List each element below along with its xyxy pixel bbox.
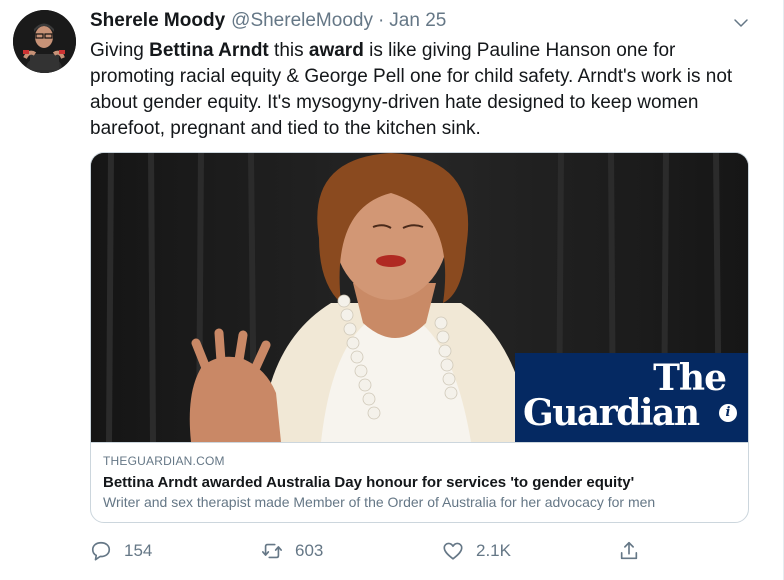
tweet[interactable]: Sherele Moody @ShereleMoody · Jan 25 Giv… <box>0 0 784 580</box>
card-domain: THEGUARDIAN.COM <box>103 454 225 468</box>
tweet-header: Sherele Moody @ShereleMoody · Jan 25 <box>90 10 446 36</box>
card-description: Writer and sex therapist made Member of … <box>103 494 656 510</box>
separator-dot: · <box>377 10 385 31</box>
logo-line2: Guardian <box>523 392 700 434</box>
tweet-text-bold: Bettina Arndt <box>149 40 269 61</box>
heart-icon <box>443 542 463 560</box>
card-image: The Guardian i <box>91 153 748 442</box>
info-icon: i <box>719 404 737 422</box>
tweet-menu-button[interactable] <box>728 10 754 36</box>
chevron-down-icon <box>734 19 748 27</box>
share-icon <box>620 541 638 560</box>
user-handle[interactable]: @ShereleMoody <box>231 10 373 32</box>
link-card[interactable]: The Guardian i THEGUARDIAN.COM Bettina A… <box>90 152 749 523</box>
reply-count: 154 <box>124 541 153 560</box>
card-title: Bettina Arndt awarded Australia Day hono… <box>103 474 635 491</box>
tweet-date[interactable]: Jan 25 <box>389 10 446 32</box>
retweet-button[interactable]: 603 <box>261 536 323 566</box>
card-meta: THEGUARDIAN.COM Bettina Arndt awarded Au… <box>91 442 748 522</box>
like-count: 2.1K <box>476 541 511 560</box>
display-name[interactable]: Sherele Moody <box>90 10 225 32</box>
like-button[interactable]: 2.1K <box>442 536 511 566</box>
tweet-text-part: Giving <box>90 40 150 61</box>
retweet-icon <box>262 543 282 559</box>
tweet-text: Giving Bettina Arndt this award is like … <box>90 38 745 142</box>
retweet-count: 603 <box>295 541 324 560</box>
avatar-image <box>13 10 76 73</box>
tweet-actions: 154 603 2.1K <box>90 536 750 566</box>
reply-button[interactable]: 154 <box>90 536 152 566</box>
guardian-logo: The Guardian i <box>515 353 748 442</box>
reply-icon <box>91 541 111 561</box>
tweet-text-bold: award <box>308 40 364 61</box>
share-button[interactable] <box>618 536 640 566</box>
avatar[interactable] <box>13 10 76 73</box>
tweet-text-part: this <box>268 40 309 61</box>
